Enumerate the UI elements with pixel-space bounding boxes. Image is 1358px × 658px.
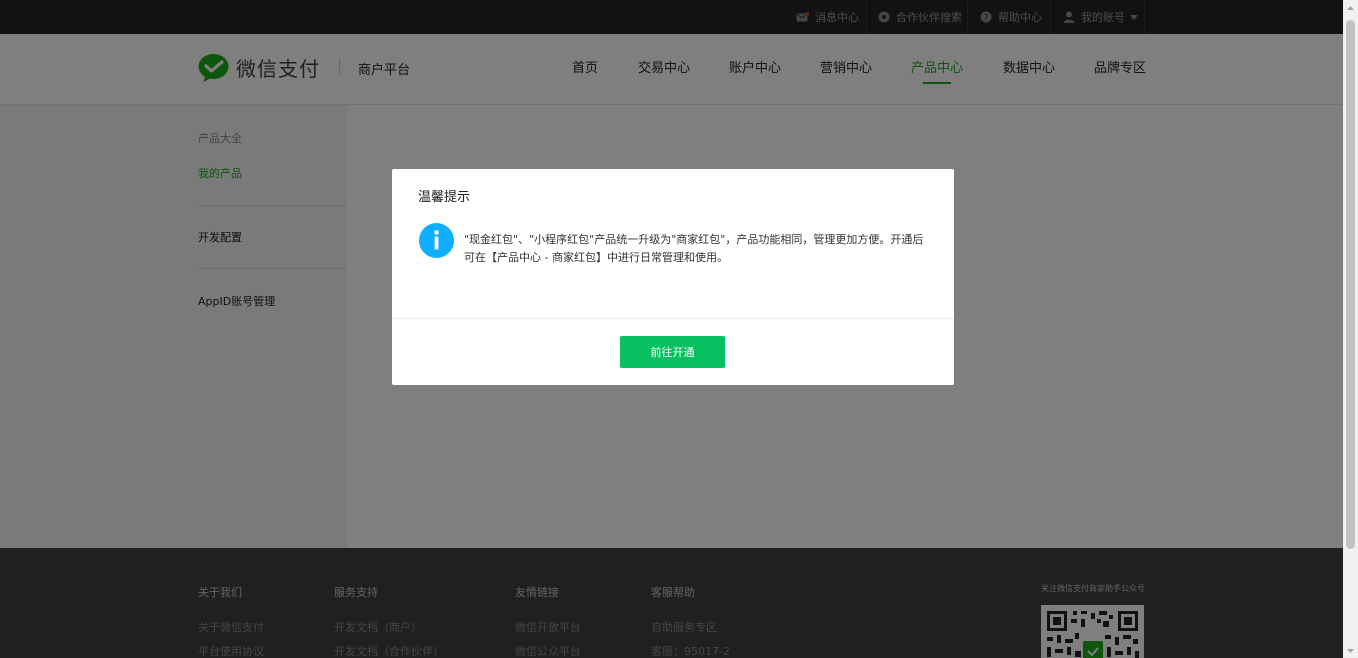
scroll-down-arrow-icon[interactable] [1343, 643, 1358, 658]
vertical-scrollbar[interactable] [1343, 0, 1358, 658]
page: 消息中心 合作伙伴搜索 ? 帮助中心 我的账号 [0, 0, 1343, 658]
dialog-divider [392, 318, 954, 319]
dialog-message: "现金红包"、"小程序红包"产品统一升级为"商家红包"，产品功能相同，管理更加方… [464, 233, 924, 264]
dialog-title: 温馨提示 [418, 190, 471, 205]
scrollbar-thumb[interactable] [1346, 20, 1355, 549]
go-activate-button[interactable]: 前往开通 [620, 336, 725, 368]
info-icon [419, 223, 454, 262]
notice-dialog: 温馨提示 "现金红包"、"小程序红包"产品统一升级为"商家红包"，产品功能相同，… [392, 169, 954, 385]
scroll-up-arrow-icon[interactable] [1343, 0, 1358, 15]
